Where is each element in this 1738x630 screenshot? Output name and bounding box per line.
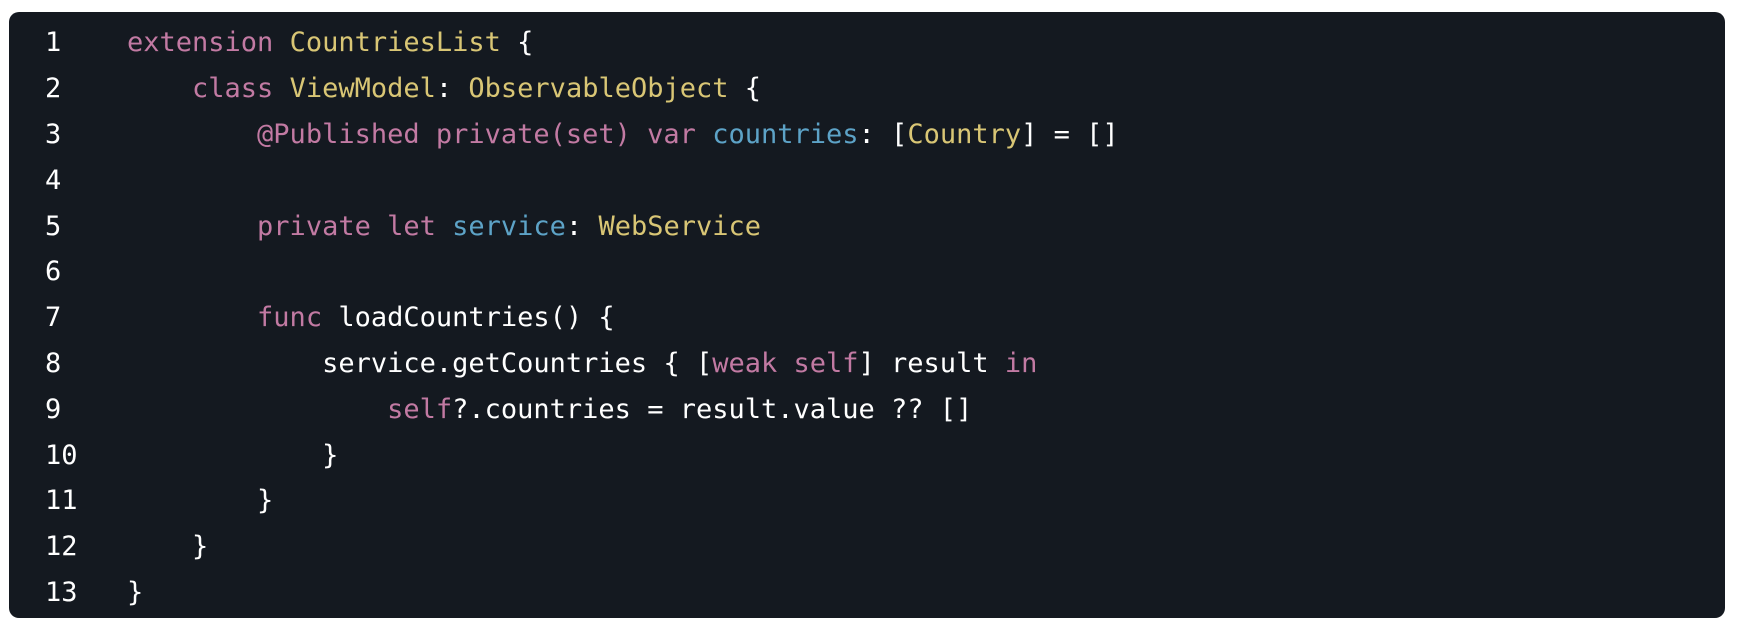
code-token: ObservableObject [468,73,729,105]
code-line: 12 } [9,524,1725,570]
line-content: private let service: WebService [115,211,1725,242]
code-token: ViewModel [289,73,436,105]
line-content: class ViewModel: ObservableObject { [115,73,1725,104]
line-number: 7 [45,302,62,334]
code-line: 1 extension CountriesList { [9,20,1725,66]
code-token: } [322,439,339,471]
line-content: } [115,440,1725,471]
code-token: CountriesList [289,27,501,59]
line-number: 9 [45,393,62,425]
line-content: extension CountriesList { [115,27,1725,58]
code-token: } [257,485,274,517]
code-token: @Published private(set) var [257,118,696,150]
code-line: 2 class ViewModel: ObservableObject { [9,66,1725,112]
line-content: } [115,577,1725,608]
code-block[interactable]: 1 extension CountriesList {2 class ViewMo… [9,12,1725,618]
code-token: { [500,27,534,59]
code-token: ?.countries = result.value ?? [] [452,393,973,425]
code-line: 13} [9,570,1725,616]
code-token: class [192,73,274,105]
line-content: self?.countries = result.value ?? [] [115,394,1725,425]
code-token: countries [712,118,859,150]
code-line: 5 private let service: WebService [9,203,1725,249]
line-content: service.getCountries { [weak self] resul… [115,348,1725,379]
code-token: extension [127,27,274,59]
line-number: 2 [45,73,62,105]
line-number: 13 [45,576,78,608]
code-line: 7 func loadCountries() { [9,295,1725,341]
code-token: WebService [598,210,761,242]
code-line: 6 [9,249,1725,295]
line-number: 10 [45,439,78,471]
line-number: 5 [45,210,62,242]
code-token: in [1004,347,1038,379]
code-line: 8 service.getCountries { [weak self] res… [9,341,1725,387]
code-line: 11 } [9,478,1725,524]
code-token: self [387,393,453,425]
line-number: 11 [45,485,78,517]
line-number: 6 [45,256,62,288]
line-number: 4 [45,164,62,196]
code-line: 9 self?.countries = result.value ?? [] [9,386,1725,432]
code-token: } [192,531,209,563]
code-token: : [435,73,469,105]
line-content: } [115,485,1725,516]
code-token: private let [257,210,436,242]
code-token: loadCountries() { [322,302,615,334]
code-token: service [452,210,566,242]
code-token: weak self [712,347,859,379]
code-token: { [728,73,762,105]
code-token: ] result [858,347,1005,379]
code-line: 4 [9,157,1725,203]
line-content: @Published private(set) var countries: [… [115,119,1725,150]
line-number: 12 [45,531,78,563]
line-number: 3 [45,118,62,150]
code-token: : [565,210,599,242]
code-token: func [257,302,323,334]
line-number: 8 [45,347,62,379]
code-line: 3 @Published private(set) var countries:… [9,112,1725,158]
line-content: func loadCountries() { [115,302,1725,333]
code-line: 10 } [9,432,1725,478]
line-content: } [115,531,1725,562]
code-token: } [127,576,144,608]
line-number: 1 [45,27,62,59]
code-token: ] = [] [1021,118,1119,150]
code-token: service.getCountries { [ [322,347,713,379]
code-token: : [ [858,118,908,150]
code-token: Country [907,118,1022,150]
